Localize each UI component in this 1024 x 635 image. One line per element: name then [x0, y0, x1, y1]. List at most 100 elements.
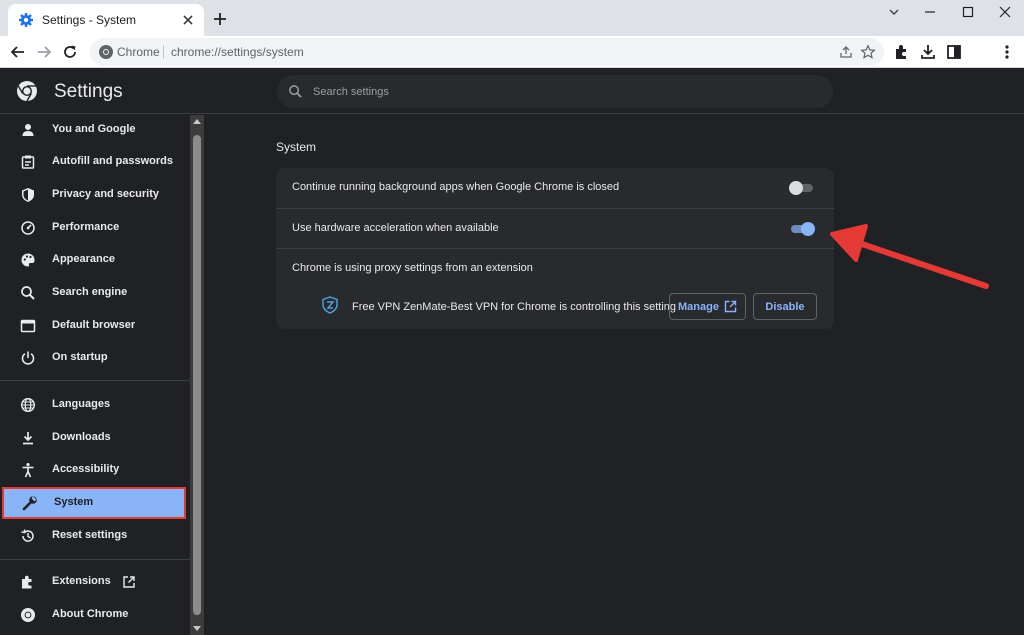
puzzle-icon — [22, 575, 32, 589]
sidebar-item-label: Reset settings — [52, 529, 128, 541]
download-icon — [23, 432, 33, 445]
gauge-icon — [21, 221, 35, 235]
tab-title: Settings - System — [42, 13, 137, 27]
sidebar-item-label: Privacy and security — [52, 188, 160, 200]
sidebar-item-accessibility[interactable]: Accessibility — [0, 454, 188, 486]
vpn-shield-icon — [322, 296, 338, 314]
browser-toolbar: Chrome chrome://settings/system — [0, 36, 1024, 68]
sidebar-item-label: You and Google — [52, 123, 136, 135]
sidebar-item-appearance[interactable]: Appearance — [0, 244, 188, 276]
sidebar-item-label: Extensions — [52, 575, 111, 587]
accessibility-icon — [22, 463, 34, 478]
share-icon[interactable] — [838, 44, 854, 60]
sidebar-item-reset-settings[interactable]: Reset settings — [0, 520, 188, 552]
sidebar-item-label: Accessibility — [52, 463, 120, 475]
sidebar-item-label: Appearance — [52, 253, 115, 265]
setting-label: Continue running background apps when Go… — [292, 181, 620, 193]
power-icon — [21, 351, 35, 365]
proxy-notice: Chrome is using proxy settings from an e… — [292, 262, 533, 274]
chrome-site-icon — [99, 45, 113, 59]
sidebar-item-autofill[interactable]: Autofill and passwords — [0, 146, 188, 178]
scroll-down-arrow-icon[interactable] — [193, 626, 201, 631]
chrome-logo-icon — [17, 81, 37, 102]
extension-control-text: Free VPN ZenMate-Best VPN for Chrome is … — [352, 301, 677, 313]
back-arrow-icon[interactable] — [8, 42, 28, 62]
minimize-icon[interactable] — [922, 4, 938, 20]
kebab-menu-icon[interactable] — [997, 42, 1017, 62]
sidebar-item-downloads[interactable]: Downloads — [0, 422, 188, 454]
sidebar-item-label: Search engine — [52, 286, 128, 298]
tab-strip: Settings - System — [0, 0, 1024, 36]
hardware-acceleration-row[interactable]: Use hardware acceleration when available — [276, 208, 834, 248]
disable-button-label: Disable — [765, 301, 805, 313]
annotation-arrow-shaft — [859, 241, 989, 289]
sidebar-item-label: On startup — [52, 351, 108, 363]
sidebar-item-label: Languages — [52, 398, 111, 410]
extension-control-row: Free VPN ZenMate-Best VPN for Chrome is … — [276, 288, 834, 329]
background-apps-row[interactable]: Continue running background apps when Go… — [276, 168, 834, 208]
system-settings-card: Continue running background apps when Go… — [276, 168, 834, 329]
page-title: Settings — [54, 81, 123, 102]
sidebar-item-you-and-google[interactable]: You and Google — [0, 114, 188, 146]
bookmark-star-icon[interactable] — [860, 44, 876, 60]
sidebar-item-default-browser[interactable]: Default browser — [0, 310, 188, 342]
search-icon — [289, 85, 302, 98]
address-bar[interactable]: Chrome chrome://settings/system — [90, 38, 884, 66]
sidebar-item-performance[interactable]: Performance — [0, 212, 188, 244]
window-close-icon[interactable] — [997, 4, 1013, 20]
url-text[interactable]: chrome://settings/system — [171, 45, 304, 59]
hardware-acceleration-toggle[interactable] — [789, 222, 815, 236]
tab-search-chevron-icon[interactable] — [886, 4, 902, 20]
section-title: System — [276, 140, 317, 154]
sidebar-item-about-chrome[interactable]: About Chrome — [0, 599, 188, 631]
sidebar-item-on-startup[interactable]: On startup — [0, 342, 188, 374]
sidebar-item-label: System — [54, 496, 94, 508]
sidebar-item-languages[interactable]: Languages — [0, 389, 188, 421]
shield-icon — [22, 188, 34, 202]
forward-arrow-icon[interactable] — [34, 42, 54, 62]
proxy-settings-row: Chrome is using proxy settings from an e… — [276, 248, 834, 288]
search-icon — [21, 286, 35, 300]
reload-icon[interactable] — [60, 42, 80, 62]
person-icon — [22, 124, 34, 136]
maximize-icon[interactable] — [960, 4, 976, 20]
manage-button[interactable]: Manage — [669, 293, 746, 320]
sidebar-item-label: Performance — [52, 221, 120, 233]
sidebar-divider — [0, 559, 190, 560]
omnibox-divider — [163, 45, 164, 59]
globe-icon — [20, 397, 36, 413]
clipboard-icon — [21, 155, 35, 169]
download-icon[interactable] — [918, 42, 938, 62]
sidebar-item-search-engine[interactable]: Search engine — [0, 277, 188, 309]
external-link-icon — [724, 300, 737, 313]
sidebar-scrollbar[interactable] — [190, 115, 204, 635]
toggle-knob — [789, 181, 803, 195]
sidebar-item-system[interactable]: System — [2, 487, 186, 519]
sidebar-item-label: Autofill and passwords — [52, 155, 174, 167]
gear-icon — [19, 13, 33, 27]
sidebar-divider — [0, 380, 190, 381]
side-panel-icon[interactable] — [944, 42, 964, 62]
background-apps-toggle[interactable] — [789, 181, 815, 195]
scroll-thumb[interactable] — [193, 135, 201, 615]
sidebar-item-label: Default browser — [52, 319, 136, 331]
toggle-knob — [801, 222, 815, 236]
chrome-icon — [21, 608, 35, 622]
palette-icon — [21, 253, 35, 267]
sidebar-item-extensions[interactable]: Extensions — [0, 566, 188, 598]
scroll-up-arrow-icon[interactable] — [193, 119, 201, 124]
search-input[interactable] — [313, 75, 813, 108]
sidebar-item-label: About Chrome — [52, 608, 129, 620]
sidebar-item-label: Downloads — [52, 431, 111, 443]
browser-window-icon — [20, 319, 36, 333]
manage-button-label: Manage — [678, 301, 719, 313]
external-link-icon — [123, 576, 135, 588]
extensions-puzzle-icon[interactable] — [892, 42, 912, 62]
tab-settings-system[interactable]: Settings - System — [8, 4, 204, 36]
sidebar-item-privacy[interactable]: Privacy and security — [0, 179, 188, 211]
search-settings-box[interactable] — [277, 75, 833, 108]
disable-button[interactable]: Disable — [753, 293, 817, 320]
new-tab-icon[interactable] — [212, 11, 228, 27]
wrench-icon — [22, 496, 37, 511]
close-icon[interactable] — [180, 12, 196, 28]
